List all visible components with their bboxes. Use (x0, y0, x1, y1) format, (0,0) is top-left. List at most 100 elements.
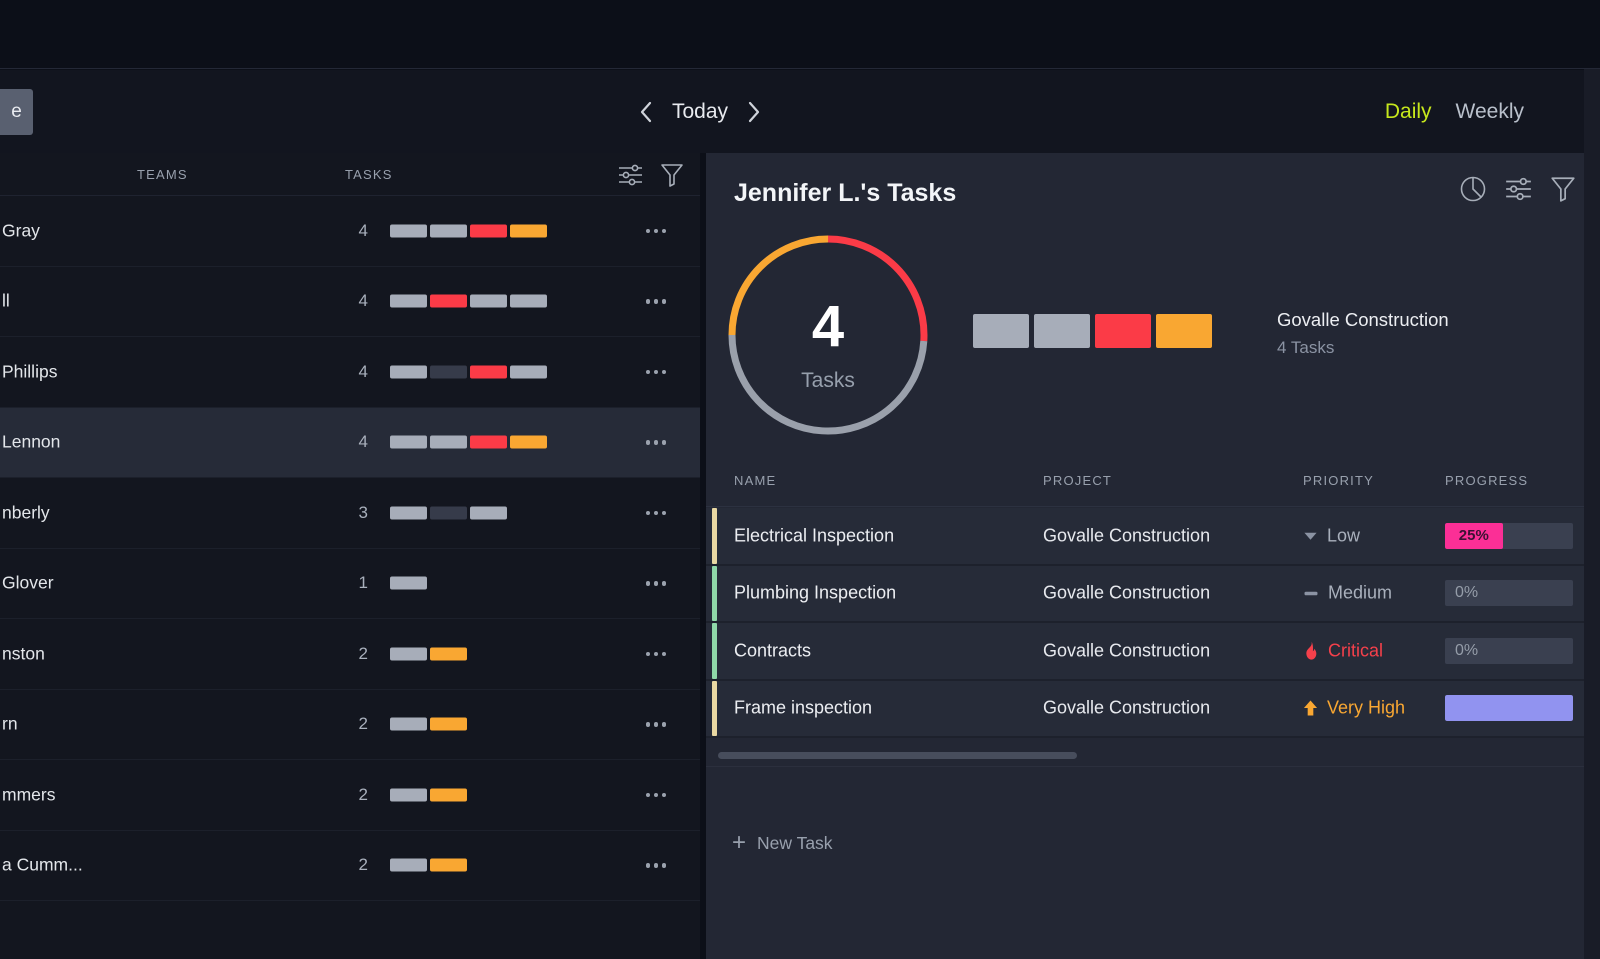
task-count: 4 (336, 221, 368, 241)
task-count: 4 (336, 362, 368, 382)
date-navigation: Today (600, 70, 800, 153)
task-row[interactable]: Plumbing InspectionGovalle ConstructionM… (706, 566, 1584, 624)
task-status-bar (390, 365, 547, 378)
settings-sliders-icon[interactable] (1504, 175, 1533, 203)
task-project: Govalle Construction (1043, 698, 1210, 719)
task-count: 3 (336, 503, 368, 523)
horizontal-scrollbar[interactable] (718, 752, 1077, 759)
row-menu-button[interactable] (638, 713, 674, 735)
dot (662, 299, 667, 304)
new-task-button[interactable]: + New Task (732, 831, 833, 855)
row-menu-button[interactable] (638, 431, 674, 453)
task-segment-gray (390, 436, 427, 449)
dot (662, 581, 667, 586)
tab-daily[interactable]: Daily (1385, 100, 1432, 124)
task-segment-red (470, 224, 507, 237)
task-segment-orange (510, 436, 547, 449)
task-segment-gray (390, 577, 427, 590)
task-project: Govalle Construction (1043, 640, 1210, 661)
tab-weekly[interactable]: Weekly (1456, 100, 1524, 124)
dot (646, 581, 651, 586)
settings-sliders-icon[interactable] (617, 162, 644, 188)
dot (646, 370, 651, 375)
task-segment-gray (390, 647, 427, 660)
priority-flame-icon (1303, 641, 1319, 660)
team-member-name: Gray (2, 220, 40, 241)
row-menu-button[interactable] (638, 502, 674, 524)
task-priority: Medium (1303, 583, 1392, 604)
filter-funnel-icon[interactable] (660, 162, 684, 188)
task-status-bar (390, 788, 467, 801)
task-status-bar (390, 647, 467, 660)
task-row[interactable]: ContractsGovalle ConstructionCritical0% (706, 623, 1584, 681)
task-segment-gray (470, 506, 507, 519)
dot (646, 722, 651, 727)
summary-task-count: 4 Tasks (1277, 338, 1449, 358)
progress-bar: 0% (1445, 638, 1573, 664)
team-member-row[interactable]: a Cumm...2 (0, 831, 700, 902)
dot (646, 793, 651, 798)
plus-icon: + (732, 831, 746, 855)
progress-fill: 25% (1445, 523, 1503, 549)
column-header-project: PROJECT (1043, 473, 1112, 488)
row-accent-stripe (712, 681, 717, 737)
task-segment-gray (470, 295, 507, 308)
row-menu-button[interactable] (638, 643, 674, 665)
tasks-donut-chart: 4 Tasks (728, 235, 928, 435)
row-accent-stripe (712, 566, 717, 622)
dot (654, 440, 659, 445)
task-count: 1 (336, 573, 368, 593)
team-member-row[interactable]: Phillips4 (0, 337, 700, 408)
priority-triangle-down-icon (1303, 529, 1318, 543)
task-segment-gray (390, 224, 427, 237)
task-row[interactable]: Electrical InspectionGovalle Constructio… (706, 508, 1584, 566)
team-member-row[interactable]: mmers2 (0, 760, 700, 831)
summary-segment-gray (1034, 314, 1090, 348)
pie-chart-icon[interactable] (1459, 175, 1487, 203)
task-status-bar (390, 577, 427, 590)
header-bar: e Today Daily Weekly (0, 70, 1584, 153)
task-segment-gray (390, 718, 427, 731)
dot (654, 793, 659, 798)
prev-day-chevron-icon[interactable] (640, 101, 652, 123)
row-menu-button[interactable] (638, 220, 674, 242)
team-member-row[interactable]: nston2 (0, 619, 700, 690)
row-menu-button[interactable] (638, 361, 674, 383)
task-segment-gray (390, 859, 427, 872)
team-member-row[interactable]: rn2 (0, 690, 700, 761)
dot (662, 370, 667, 375)
window-edge (1584, 69, 1600, 959)
task-count: 2 (336, 855, 368, 875)
summary-segment-gray (973, 314, 1029, 348)
team-member-row[interactable]: Lennon4 (0, 408, 700, 479)
team-member-row[interactable]: Gray 4 (0, 196, 700, 267)
team-member-row[interactable]: Glover1 (0, 549, 700, 620)
task-count: 4 (336, 291, 368, 311)
task-priority: Very High (1303, 698, 1405, 719)
progress-label: 0% (1455, 584, 1478, 602)
row-menu-button[interactable] (638, 572, 674, 594)
column-header-name: NAME (734, 473, 776, 488)
team-member-row[interactable]: nberly3 (0, 478, 700, 549)
dot (646, 299, 651, 304)
tasks-status-bar (973, 314, 1212, 348)
progress-bar (1445, 695, 1573, 721)
task-row[interactable]: Frame inspectionGovalle ConstructionVery… (706, 681, 1584, 739)
team-member-row[interactable]: ll4 (0, 267, 700, 338)
dot (646, 511, 651, 516)
task-project: Govalle Construction (1043, 583, 1210, 604)
row-menu-button[interactable] (638, 784, 674, 806)
partial-left-button[interactable]: e (0, 89, 33, 135)
progress-label: 0% (1455, 642, 1478, 660)
task-segment-red (470, 365, 507, 378)
top-bar (0, 0, 1600, 69)
next-day-chevron-icon[interactable] (748, 101, 760, 123)
filter-funnel-icon[interactable] (1550, 175, 1576, 203)
dot (654, 581, 659, 586)
row-menu-button[interactable] (638, 854, 674, 876)
progress-bar: 0% (1445, 580, 1573, 606)
task-priority: Critical (1303, 640, 1383, 661)
row-accent-stripe (712, 623, 717, 679)
task-status-bar (390, 436, 547, 449)
row-menu-button[interactable] (638, 290, 674, 312)
